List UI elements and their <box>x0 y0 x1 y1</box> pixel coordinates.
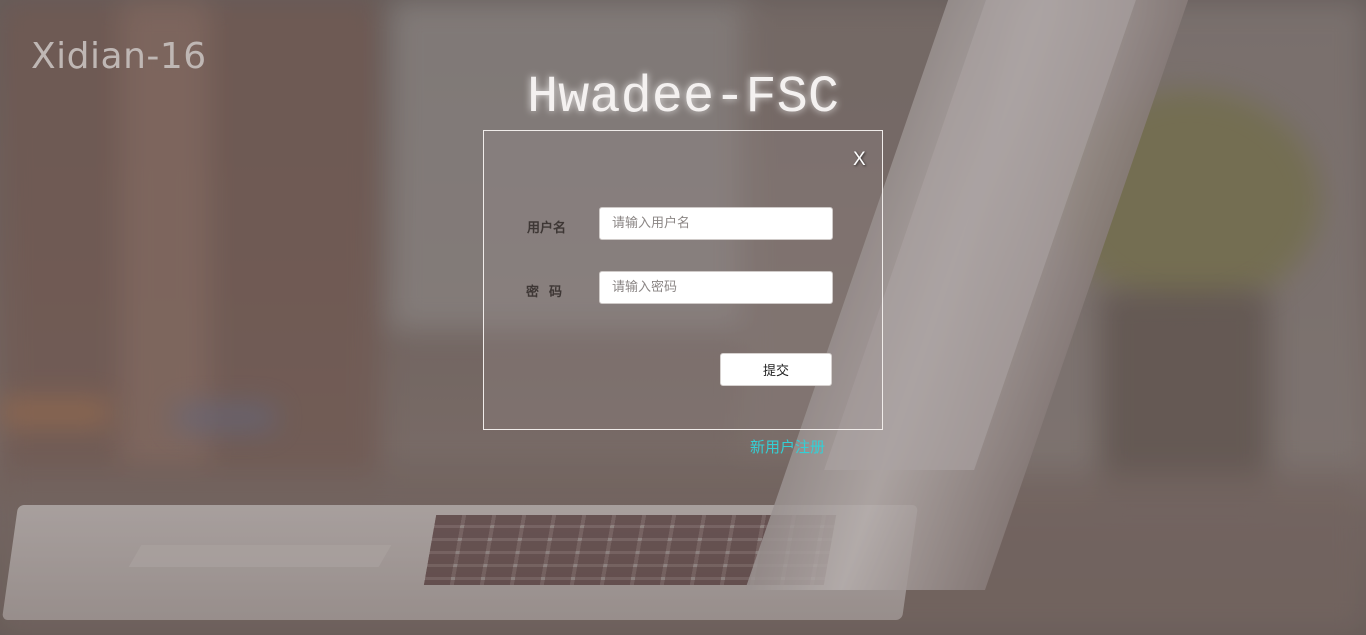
username-label: 用户名 <box>527 221 567 236</box>
submit-button[interactable]: 提交 <box>720 353 832 386</box>
app-title: Hwadee-FSC <box>526 68 840 127</box>
password-label: 密码 <box>526 285 573 300</box>
register-link[interactable]: 新用户注册 <box>750 436 825 457</box>
login-dialog: X 用户名 密码 提交 <box>483 130 883 430</box>
close-icon[interactable]: X <box>853 149 866 171</box>
password-input[interactable] <box>599 271 833 304</box>
username-input[interactable] <box>599 207 833 240</box>
